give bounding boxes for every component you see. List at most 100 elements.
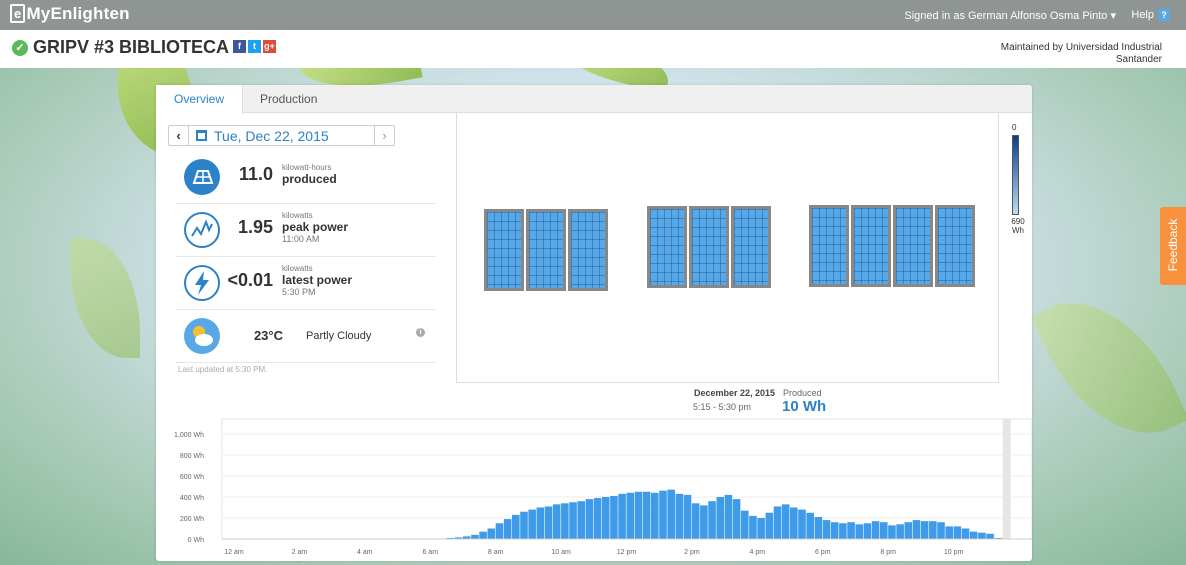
- weather-temperature: 23°C: [253, 328, 283, 343]
- chart-bar: [512, 514, 520, 539]
- chart-bar: [749, 515, 757, 539]
- solar-panel[interactable]: [893, 205, 933, 287]
- last-updated: Last updated at 5:30 PM.: [178, 365, 268, 374]
- chart-x-tick-label: 4 pm: [750, 549, 766, 556]
- tab-overview[interactable]: Overview: [156, 85, 244, 114]
- chart-bar: [790, 507, 798, 539]
- status-ok-icon: ✓: [12, 40, 28, 56]
- enlighten-logo[interactable]: e MyEnlighten: [10, 4, 130, 24]
- chart-bar: [937, 522, 945, 539]
- array-view: [456, 113, 999, 383]
- chart-bar: [544, 506, 553, 539]
- calendar-icon[interactable]: [196, 130, 207, 141]
- chart-bar: [732, 499, 741, 539]
- production-chart: 1,000 Wh 800 Wh 600 Wh 400 Wh 200 Wh 0 Wh 12 a…: [156, 415, 1032, 561]
- solar-panel[interactable]: [647, 206, 687, 288]
- peak-power-icon: [184, 212, 220, 248]
- date-picker[interactable]: Tue, Dec 22, 2015: [214, 128, 329, 144]
- tab-bar: Overview Production: [156, 85, 1032, 114]
- chart-bar: [839, 523, 847, 539]
- solar-panel[interactable]: [689, 206, 729, 288]
- feedback-button[interactable]: Feedback: [1160, 207, 1186, 285]
- chevron-right-icon[interactable]: ›: [374, 126, 394, 145]
- twitter-icon[interactable]: t: [248, 40, 261, 53]
- latest-power-unit: kilowatts: [282, 264, 313, 273]
- help-link[interactable]: Help ?: [1131, 9, 1170, 21]
- chart-x-tick-label: 8 pm: [880, 549, 896, 556]
- signed-in-menu[interactable]: Signed in as German Alfonso Osma Pinto ▾: [904, 9, 1116, 22]
- chart-bar: [953, 526, 962, 539]
- chevron-left-icon[interactable]: ‹: [169, 126, 189, 145]
- google-plus-icon[interactable]: g+: [263, 40, 276, 53]
- peak-power-label: peak power: [282, 220, 349, 234]
- chart-bar: [618, 493, 626, 539]
- chart-bar: [593, 498, 602, 539]
- chart-bar: [700, 505, 708, 539]
- page-title: GRIPV #3 BIBLIOTECA: [33, 37, 230, 57]
- chart-bar: [675, 493, 684, 539]
- solar-panel[interactable]: [851, 205, 891, 287]
- chart-bar: [634, 491, 643, 539]
- latest-power-value: <0.01: [227, 270, 273, 290]
- chart-x-tick-label: 12 pm: [617, 549, 637, 556]
- chart-y-tick-label: 600 Wh: [180, 474, 204, 481]
- chart-bar: [904, 522, 913, 539]
- chart-bar: [855, 524, 864, 539]
- tab-production[interactable]: Production: [242, 85, 335, 113]
- panel-group-1: [484, 209, 608, 291]
- solar-panel[interactable]: [935, 205, 975, 287]
- chart-bar: [806, 512, 814, 539]
- top-bar: e MyEnlighten Signed in as German Alfonso…: [0, 0, 1186, 30]
- chart-bar: [969, 531, 978, 539]
- legend-gradient: [1012, 135, 1019, 215]
- chart-bar: [765, 512, 774, 539]
- help-label: Help: [1131, 9, 1154, 21]
- chart-y-tick-label: 0 Wh: [188, 537, 204, 544]
- tooltip-date: December 22, 2015: [694, 388, 776, 398]
- chart-x-tick-label: 6 am: [422, 549, 438, 556]
- overview-panel: Overview Production ‹ Tue, Dec 22, 2015 …: [156, 85, 1032, 561]
- chart-bar: [798, 509, 806, 539]
- latest-power-label: latest power: [282, 273, 353, 287]
- solar-panel[interactable]: [731, 206, 771, 288]
- solar-panel[interactable]: [526, 209, 566, 291]
- chart-bar: [479, 531, 487, 539]
- lightning-icon: [184, 265, 220, 301]
- stat-weather: 23°C Partly Cloudy i: [176, 310, 436, 363]
- chart-bar: [520, 511, 528, 539]
- maintained-by: Maintained by Universidad Industrial San…: [1000, 42, 1162, 65]
- chart-bar: [577, 501, 586, 539]
- social-share: f t g+: [233, 40, 276, 53]
- chart-bar: [585, 499, 594, 539]
- tooltip-time: 5:15 - 5:30 pm: [693, 402, 752, 412]
- chart-x-tick-label: 2 am: [292, 549, 308, 556]
- info-icon[interactable]: i: [416, 328, 425, 337]
- energy-unit: kilowatt-hours: [282, 163, 332, 172]
- chart-bar: [659, 490, 667, 539]
- chart-bar: [830, 522, 839, 539]
- chart-bar: [561, 503, 569, 539]
- chart-bar: [740, 510, 749, 539]
- chart-bar: [945, 526, 953, 539]
- partly-cloudy-icon: [184, 318, 220, 354]
- chart-bar: [724, 494, 733, 539]
- chart-bar: [896, 524, 904, 539]
- solar-panel[interactable]: [568, 209, 608, 291]
- latest-power-time: 5:30 PM: [282, 287, 316, 297]
- chart-y-tick-label: 1,000 Wh: [174, 432, 204, 439]
- chart-bar: [986, 533, 994, 539]
- facebook-icon[interactable]: f: [233, 40, 246, 53]
- chart-bar: [642, 491, 651, 539]
- chart-bar: [471, 534, 479, 539]
- solar-panel[interactable]: [809, 205, 849, 287]
- chart-bar: [651, 492, 659, 539]
- logo-text: MyEnlighten: [26, 4, 130, 23]
- chart-bar: [683, 494, 692, 539]
- legend-max: 690 Wh: [1008, 217, 1028, 235]
- chart-bar: [495, 523, 504, 539]
- chart-bar: [691, 503, 700, 539]
- site-header: ✓ GRIPV #3 BIBLIOTECA f t g+ Maintained …: [0, 30, 1186, 68]
- help-icon: ?: [1158, 9, 1170, 21]
- solar-panel[interactable]: [484, 209, 524, 291]
- chart-bar: [552, 504, 561, 539]
